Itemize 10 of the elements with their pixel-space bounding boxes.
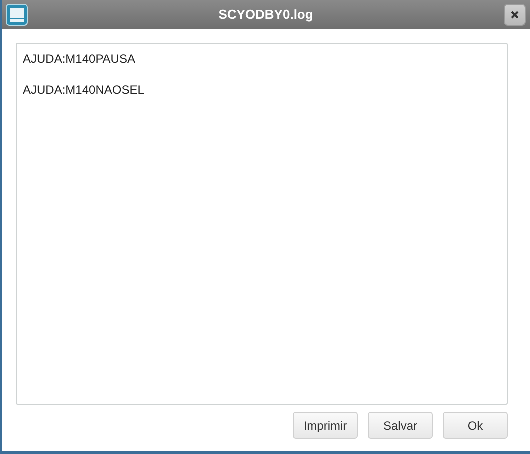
window-title: SCYODBY0.log [218, 7, 314, 22]
dialog-button[interactable]: Salvar [368, 412, 433, 439]
log-line: AJUDA:M140PAUSA [23, 52, 136, 66]
dialog-button[interactable]: Imprimir [293, 412, 358, 439]
log-line: AJUDA:M140NAOSEL [23, 83, 146, 97]
close-button[interactable] [504, 4, 526, 26]
monitor-icon [6, 4, 28, 26]
log-text-area[interactable]: AJUDA:M140PAUSA AJUDA:M140NAOSEL [16, 43, 508, 405]
dialog-button[interactable]: Ok [443, 412, 508, 439]
close-icon [510, 10, 520, 20]
